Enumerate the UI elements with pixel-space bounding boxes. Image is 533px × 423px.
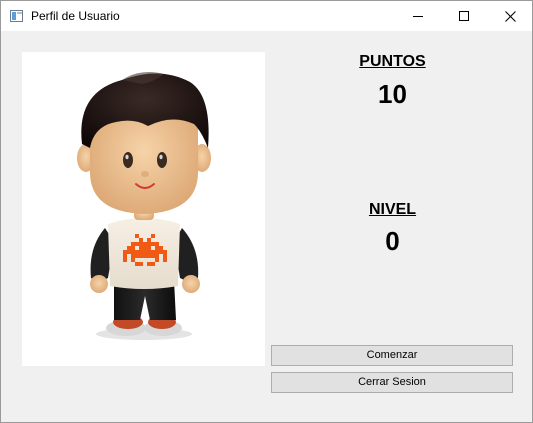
avatar <box>77 72 211 340</box>
level-label: NIVEL <box>368 201 417 218</box>
maximize-button[interactable] <box>441 1 487 31</box>
maximize-icon <box>459 11 469 21</box>
logout-button[interactable]: Cerrar Sesion <box>271 372 513 393</box>
points-label: PUNTOS <box>359 53 426 70</box>
title-bar[interactable]: Perfil de Usuario <box>1 1 532 31</box>
start-button[interactable]: Comenzar <box>271 345 513 366</box>
minimize-icon <box>413 15 423 17</box>
close-icon <box>504 10 516 22</box>
window-title: Perfil de Usuario <box>31 9 120 23</box>
points-value: 10 <box>378 79 407 109</box>
level-value: 0 <box>385 226 400 256</box>
profile-window: Perfil de Usuario PUNTOS 10 NIVEL 0 Come… <box>0 0 533 423</box>
app-icon <box>10 10 23 22</box>
minimize-button[interactable] <box>395 1 441 31</box>
avatar-panel <box>22 52 265 366</box>
close-button[interactable] <box>487 1 533 31</box>
